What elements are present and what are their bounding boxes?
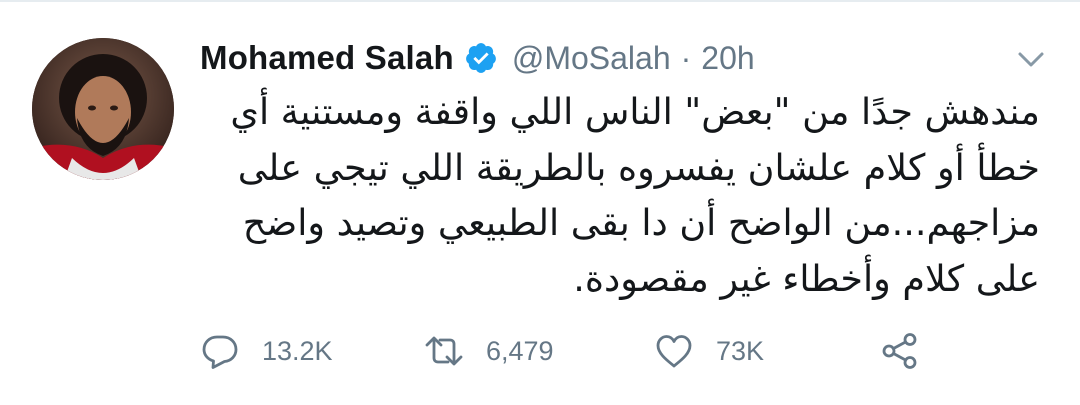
- tweet-actions: 13.2K 6,479 73K: [200, 328, 940, 374]
- tweet-text: مندهش جدًا من "بعض" الناس اللي واقفة ومس…: [200, 84, 1040, 306]
- share-button[interactable]: [880, 328, 920, 374]
- chevron-down-icon[interactable]: [1016, 50, 1046, 70]
- reply-icon: [200, 331, 240, 371]
- tweet-text-line: مندهش جدًا من "بعض" الناس اللي واقفة ومس…: [230, 90, 1040, 133]
- timestamp[interactable]: 20h: [701, 40, 754, 77]
- verified-badge-icon: [464, 41, 498, 75]
- display-name[interactable]: Mohamed Salah: [200, 39, 454, 77]
- retweet-button[interactable]: 6,479: [424, 328, 554, 374]
- reply-count: 13.2K: [262, 335, 333, 366]
- share-icon: [880, 331, 920, 371]
- reply-button[interactable]: 13.2K: [200, 328, 333, 374]
- like-button[interactable]: 73K: [654, 328, 764, 374]
- avatar[interactable]: [32, 38, 174, 180]
- retweet-icon: [424, 331, 464, 371]
- user-handle[interactable]: @MoSalah: [512, 40, 671, 77]
- tweet-card[interactable]: Mohamed Salah @MoSalah · 20h مندهش جدًا …: [0, 0, 1080, 405]
- retweet-count: 6,479: [486, 335, 554, 366]
- heart-icon: [654, 331, 694, 371]
- separator-dot: ·: [680, 39, 692, 76]
- tweet-text-line: مزاجهم...من الواضح أن دا بقى الطبيعي وتص…: [242, 201, 1040, 244]
- tweet-text-line: خطأ أو كلام علشان يفسروه بالطريقة اللي ت…: [237, 145, 1040, 189]
- like-count: 73K: [716, 335, 765, 366]
- tweet-text-line: على كلام وأخطاء غير مقصودة.: [573, 256, 1040, 300]
- tweet-header: Mohamed Salah @MoSalah · 20h: [200, 36, 755, 80]
